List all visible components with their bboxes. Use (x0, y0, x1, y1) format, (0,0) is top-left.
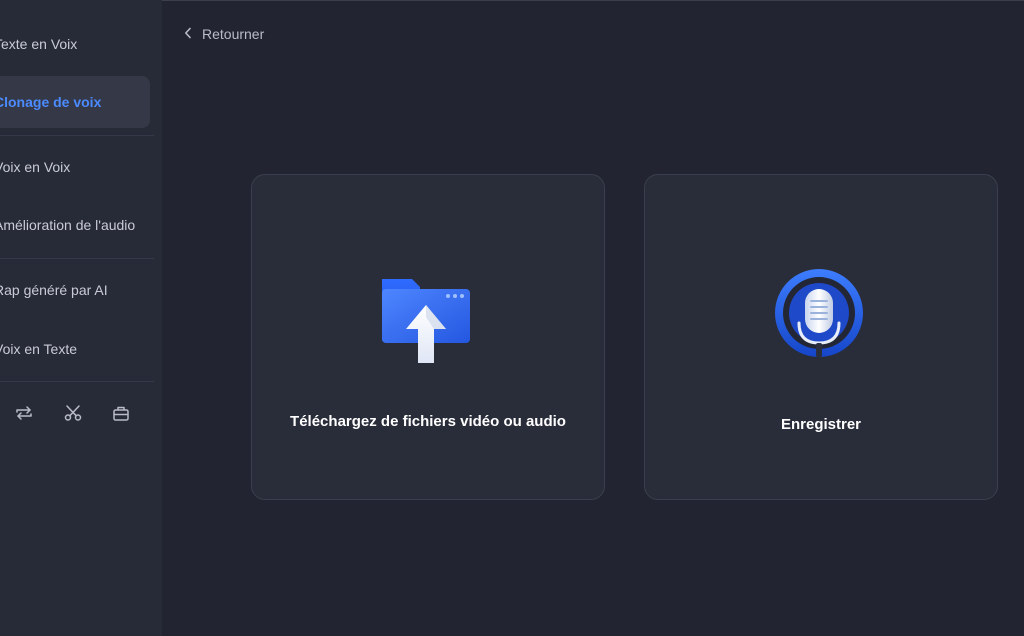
sidebar-divider (0, 258, 154, 259)
sidebar-item-amelioration-audio[interactable]: Amélioration de l'audio (0, 199, 150, 251)
sidebar-item-label: Amélioration de l'audio (0, 217, 136, 233)
sidebar-item-texte-en-voix[interactable]: Texte en Voix (0, 18, 150, 70)
record-card[interactable]: Enregistrer (644, 174, 998, 500)
sidebar-item-label: Clonage de voix (0, 94, 102, 110)
sidebar: Texte en Voix Clonage de voix Voix en Vo… (0, 0, 162, 636)
sidebar-item-label: Texte en Voix (0, 36, 78, 52)
upload-card-label: Téléchargez de fichiers vidéo ou audio (290, 413, 566, 430)
record-card-label: Enregistrer (780, 416, 862, 433)
scissors-icon[interactable] (60, 400, 86, 426)
chevron-left-icon (184, 26, 192, 42)
sidebar-item-voix-en-texte[interactable]: Voix en Texte (0, 323, 150, 375)
sidebar-item-label: Rap généré par AI (0, 282, 108, 298)
toolbox-icon[interactable] (108, 400, 134, 426)
folder-upload-icon (378, 271, 478, 371)
sidebar-item-label: Voix en Voix (0, 159, 71, 175)
upload-card[interactable]: Téléchargez de fichiers vidéo ou audio (251, 174, 605, 500)
sidebar-item-rap-genere[interactable]: Rap généré par AI (0, 264, 150, 316)
repeat-icon[interactable] (11, 400, 37, 426)
back-label: Retourner (202, 26, 265, 42)
sidebar-divider (0, 135, 154, 136)
sidebar-tools (0, 400, 162, 428)
microphone-icon (771, 267, 871, 367)
sidebar-item-voix-en-voix[interactable]: Voix en Voix (0, 141, 150, 193)
sidebar-item-clonage-de-voix[interactable]: Clonage de voix (0, 76, 150, 128)
sidebar-divider (0, 381, 154, 382)
back-button[interactable]: Retourner (184, 26, 264, 42)
sidebar-item-label: Voix en Texte (0, 341, 78, 357)
